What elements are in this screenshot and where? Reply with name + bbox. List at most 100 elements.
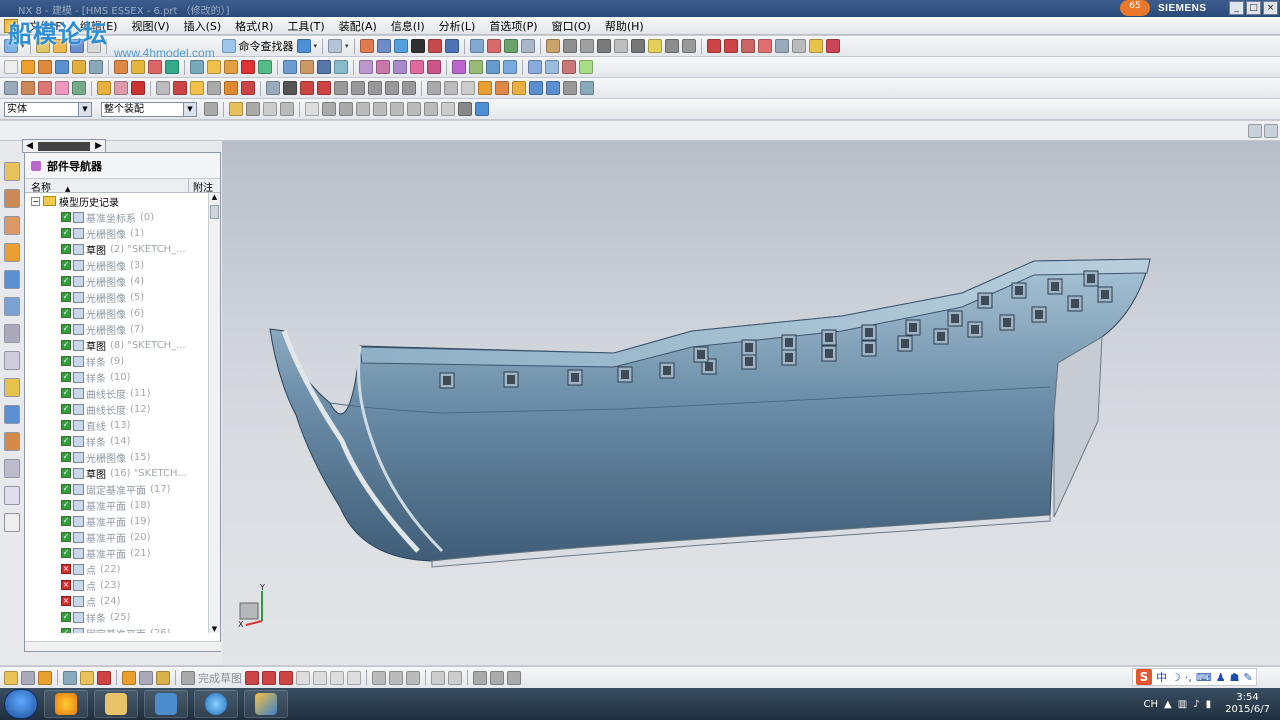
volume-icon[interactable]: ♪ <box>1193 699 1199 710</box>
snap-on-face-icon[interactable] <box>458 102 472 116</box>
menu-assemblies[interactable]: 装配(A) <box>332 18 384 34</box>
process-studio-icon[interactable] <box>4 378 20 397</box>
line-icon[interactable] <box>706 39 721 53</box>
tree-row[interactable]: ✓ 基准平面 (19) <box>25 513 220 529</box>
finish-sketch-icon[interactable] <box>181 670 195 685</box>
visible-checkbox[interactable]: ✓ <box>61 436 71 446</box>
snap-existing-icon[interactable] <box>424 102 438 116</box>
patch-icon[interactable] <box>300 60 314 74</box>
extract-curve-icon[interactable] <box>317 81 331 95</box>
tree-row[interactable]: × 点 (22) <box>25 561 220 577</box>
text-icon[interactable] <box>808 39 823 53</box>
command-finder-label[interactable]: 命令查找器 <box>239 38 294 54</box>
manufacturing-wizard-icon[interactable] <box>4 405 20 424</box>
block-icon[interactable] <box>630 39 645 53</box>
tree-row[interactable]: ✓ 曲线长度 (12) <box>25 401 220 417</box>
bridge-curve-icon[interactable] <box>791 39 806 53</box>
studio-spline-icon[interactable] <box>224 81 238 95</box>
scroll-up-icon[interactable]: ▲ <box>209 193 220 201</box>
circle-icon[interactable] <box>334 81 348 95</box>
profile-tool-icon[interactable] <box>245 670 259 685</box>
select-bodies-icon[interactable] <box>280 102 294 116</box>
dimension-icon[interactable] <box>444 81 458 95</box>
type-filter-select[interactable]: 实体 ▼ <box>4 101 92 117</box>
visible-checkbox[interactable]: ✓ <box>61 420 71 430</box>
maximize-button[interactable]: □ <box>1246 1 1261 15</box>
move-face-icon[interactable] <box>4 81 18 95</box>
close-panel-icon[interactable] <box>1264 124 1278 138</box>
tree-row[interactable]: × 点 (24) <box>25 593 220 609</box>
mirror-curve-icon[interactable] <box>473 670 487 685</box>
tree-row[interactable]: ✓ 样条 (9) <box>25 353 220 369</box>
visible-checkbox[interactable]: ✓ <box>61 372 71 382</box>
orient-view-icon[interactable] <box>80 670 94 685</box>
language-indicator[interactable]: CH <box>1144 699 1159 710</box>
cone-icon[interactable] <box>613 39 628 53</box>
scroll-down-icon[interactable]: ▼ <box>209 625 220 633</box>
command-finder-icon[interactable] <box>221 39 236 53</box>
select-faces-icon[interactable] <box>246 102 260 116</box>
visible-checkbox[interactable]: ✓ <box>61 628 71 633</box>
fillet-surface-icon[interactable] <box>486 60 500 74</box>
system-materials-icon[interactable] <box>4 351 20 370</box>
reflection-icon[interactable] <box>579 60 593 74</box>
filter-settings-icon[interactable] <box>204 102 218 116</box>
arc-icon[interactable] <box>723 39 738 53</box>
spline-tool-icon[interactable] <box>190 81 204 95</box>
keyboard-icon[interactable]: ⌨ <box>1196 671 1212 684</box>
unite-icon[interactable] <box>114 60 128 74</box>
navigator-scrollbar[interactable]: ▲ ▼ <box>208 193 220 633</box>
cube-view-icon[interactable] <box>296 39 311 53</box>
law-extension-icon[interactable] <box>469 60 483 74</box>
chevron-left-icon[interactable]: ◀ <box>26 141 33 151</box>
navigator-tab-scroller[interactable]: ◀ ▶ <box>22 139 106 153</box>
thicken-icon[interactable] <box>258 60 272 74</box>
edit-parameter-icon[interactable] <box>114 81 128 95</box>
snap-control-icon[interactable] <box>356 102 370 116</box>
user-icon[interactable]: ♟ <box>1216 671 1226 684</box>
taskbar-app-flight[interactable] <box>144 690 188 718</box>
offset-curve-icon[interactable] <box>774 39 789 53</box>
wrench-icon[interactable]: ✎ <box>1244 671 1253 684</box>
through-curves-icon[interactable] <box>359 60 373 74</box>
rectangle-icon[interactable] <box>368 81 382 95</box>
visible-checkbox[interactable]: ✓ <box>61 292 71 302</box>
update-model-icon[interactable] <box>122 670 136 685</box>
delete-feature-icon[interactable] <box>131 81 145 95</box>
tree-row[interactable]: ✓ 光栅图像 (5) <box>25 289 220 305</box>
resize-blend-icon[interactable] <box>72 81 86 95</box>
history-icon[interactable] <box>4 324 20 343</box>
layout-icon[interactable] <box>1248 124 1262 138</box>
intersection-curve-icon[interactable] <box>283 81 297 95</box>
fillet-curve-icon[interactable] <box>351 81 365 95</box>
polygon-icon[interactable] <box>385 81 399 95</box>
shaded-icon[interactable] <box>393 39 408 53</box>
trim-icon[interactable] <box>825 39 840 53</box>
snap-quadrant-icon[interactable] <box>407 102 421 116</box>
tree-row[interactable]: ✓ 光栅图像 (7) <box>25 321 220 337</box>
tree-root-node[interactable]: − 模型历史记录 <box>25 193 220 209</box>
visible-checkbox[interactable]: ✓ <box>61 212 71 222</box>
profile-icon[interactable] <box>173 81 187 95</box>
blend-icon[interactable] <box>72 60 86 74</box>
clearance-icon[interactable] <box>580 81 594 95</box>
draft-icon[interactable] <box>207 60 221 74</box>
pattern-icon[interactable] <box>224 60 238 74</box>
menu-information[interactable]: 信息(I) <box>384 18 432 34</box>
scope-filter-select[interactable]: 整个装配 ▼ <box>101 101 197 117</box>
tree-row[interactable]: ✓ 光栅图像 (1) <box>25 225 220 241</box>
reattach-icon[interactable] <box>63 670 77 685</box>
tree-row[interactable]: ✓ 基准平面 (18) <box>25 497 220 513</box>
sketch-plane-icon[interactable] <box>4 60 18 74</box>
tree-row[interactable]: ✓ 光栅图像 (6) <box>25 305 220 321</box>
tree-row[interactable]: × 点 (23) <box>25 577 220 593</box>
constraint-icon[interactable] <box>427 81 441 95</box>
visible-checkbox[interactable]: ✓ <box>61 244 71 254</box>
sketch-scene-icon[interactable] <box>139 670 153 685</box>
sew-icon[interactable] <box>283 60 297 74</box>
intersect-icon[interactable] <box>148 60 162 74</box>
taskbar-app-explorer[interactable] <box>94 690 138 718</box>
face-analysis-icon[interactable] <box>495 81 509 95</box>
sketch-plane-bottom-icon[interactable] <box>38 670 52 685</box>
sketch-icon[interactable] <box>4 670 18 685</box>
